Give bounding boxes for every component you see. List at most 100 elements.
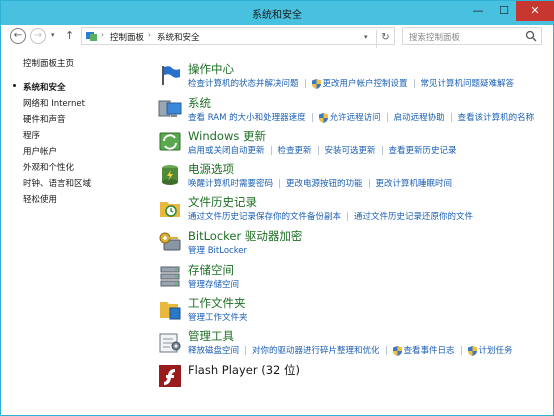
task-link[interactable]: 对你的驱动器进行碎片整理和优化 xyxy=(252,344,380,356)
category-title[interactable]: 操作中心 xyxy=(188,61,234,77)
search-input[interactable]: 搜索控制面板 xyxy=(402,27,542,45)
title-bar[interactable]: 系统和安全 — ☐ ✕ xyxy=(1,1,554,25)
task-link[interactable]: 查看该计算机的名称 xyxy=(458,111,535,123)
category-windows-update: Windows 更新 启用或关闭自动更新 检查更新 安装可选更新 查看更新历史记录 xyxy=(158,128,548,160)
refresh-button[interactable]: ↻ xyxy=(376,30,394,48)
task-link[interactable]: 检查计算机的状态并解决问题 xyxy=(188,77,299,89)
task-link[interactable]: 查看 RAM 的大小和处理器速度 xyxy=(188,111,306,123)
system-computer-icon[interactable] xyxy=(158,97,182,121)
task-link[interactable]: 常见计算机问题疑难解答 xyxy=(421,77,515,89)
category-links: 通过文件历史记录保存你的文件备份副本 通过文件历史记录还原你的文件 xyxy=(188,210,473,222)
category-title[interactable]: Flash Player (32 位) xyxy=(188,362,300,378)
link-divider xyxy=(386,113,388,122)
sidebar-item-hardware-sound[interactable]: 硬件和声音 xyxy=(23,113,66,125)
control-panel-window: 系统和安全 — ☐ ✕ ← → ▾ ↑ › 控制面板 › 系统和安全 ▾ ↻ 搜… xyxy=(0,0,554,416)
work-folders-icon[interactable] xyxy=(158,297,182,321)
category-title[interactable]: 文件历史记录 xyxy=(188,194,257,210)
minimize-button[interactable]: — xyxy=(465,1,491,21)
category-title[interactable]: 电源选项 xyxy=(188,161,234,177)
category-bitlocker: BitLocker 驱动器加密 管理 BitLocker xyxy=(158,228,548,260)
up-button[interactable]: ↑ xyxy=(65,29,74,42)
task-link[interactable]: 计划任务 xyxy=(479,344,513,356)
task-link[interactable]: 检查更新 xyxy=(278,144,312,156)
category-title[interactable]: 工作文件夹 xyxy=(188,295,246,311)
category-links: 管理工作文件夹 xyxy=(188,311,248,323)
task-link[interactable]: 通过文件历史记录还原你的文件 xyxy=(354,210,473,222)
task-link[interactable]: 管理存储空间 xyxy=(188,278,239,290)
link-divider xyxy=(385,346,387,355)
task-link[interactable]: 通过文件历史记录保存你的文件备份副本 xyxy=(188,210,341,222)
breadcrumb[interactable]: › 控制面板 › 系统和安全 ▾ ↻ xyxy=(81,27,395,48)
task-link[interactable]: 更改电源按钮的功能 xyxy=(286,177,363,189)
windows-update-icon[interactable] xyxy=(158,130,182,154)
task-link[interactable]: 管理 BitLocker xyxy=(188,244,247,256)
link-divider xyxy=(311,113,313,122)
link-divider xyxy=(279,179,281,188)
sidebar-item-appearance[interactable]: 外观和个性化 xyxy=(23,161,74,173)
action-center-flag-icon[interactable] xyxy=(158,63,182,87)
back-button[interactable]: ← xyxy=(10,28,26,44)
breadcrumb-system-security[interactable]: 系统和安全 xyxy=(157,31,200,43)
category-work-folders: 工作文件夹 管理工作文件夹 xyxy=(158,295,548,327)
task-link[interactable]: 管理工作文件夹 xyxy=(188,311,248,323)
category-title[interactable]: BitLocker 驱动器加密 xyxy=(188,228,302,244)
category-links: 管理 BitLocker xyxy=(188,244,247,256)
uac-shield-icon xyxy=(392,345,402,356)
category-title[interactable]: Windows 更新 xyxy=(188,128,266,144)
breadcrumb-separator[interactable]: › xyxy=(101,31,104,39)
category-title[interactable]: 管理工具 xyxy=(188,328,234,344)
sidebar-item-ease-of-access[interactable]: 轻松使用 xyxy=(23,193,57,205)
search-icon[interactable] xyxy=(525,30,537,42)
task-link[interactable]: 查看事件日志 xyxy=(404,344,455,356)
task-link[interactable]: 允许远程访问 xyxy=(330,111,381,123)
sidebar-item-user-accounts[interactable]: 用户帐户 xyxy=(23,145,57,157)
sidebar-item-network[interactable]: 网络和 Internet xyxy=(23,97,85,109)
category-links: 检查计算机的状态并解决问题 更改用户帐户控制设置 常见计算机问题疑难解答 xyxy=(188,77,514,89)
task-link[interactable]: 查看更新历史记录 xyxy=(389,144,457,156)
storage-spaces-icon[interactable] xyxy=(158,264,182,288)
sidebar-item-clock-region[interactable]: 时钟、语言和区域 xyxy=(23,177,91,189)
selected-bullet-icon xyxy=(13,84,16,87)
link-divider xyxy=(450,113,452,122)
task-link[interactable]: 启用或关闭自动更新 xyxy=(188,144,265,156)
task-link[interactable]: 更改用户帐户控制设置 xyxy=(323,77,408,89)
category-links: 释放磁盘空间 对你的驱动器进行碎片整理和优化 查看事件日志 计划任务 xyxy=(188,344,513,356)
link-divider xyxy=(245,346,247,355)
search-placeholder: 搜索控制面板 xyxy=(409,33,461,43)
task-link[interactable]: 释放磁盘空间 xyxy=(188,344,239,356)
category-title[interactable]: 存储空间 xyxy=(188,262,234,278)
breadcrumb-separator[interactable]: › xyxy=(148,31,151,39)
category-flash-player: Flash Player (32 位) xyxy=(158,362,548,394)
link-divider xyxy=(304,79,306,88)
task-link[interactable]: 唤醒计算机时需要密码 xyxy=(188,177,273,189)
administrative-tools-icon[interactable] xyxy=(158,330,182,354)
address-history-chevron-down-icon[interactable]: ▾ xyxy=(364,33,368,41)
task-link[interactable]: 启动远程协助 xyxy=(394,111,445,123)
close-button[interactable]: ✕ xyxy=(516,1,554,21)
uac-shield-icon xyxy=(467,345,477,356)
forward-button[interactable]: → xyxy=(30,28,46,44)
maximize-button[interactable]: ☐ xyxy=(491,1,517,21)
sidebar-item-programs[interactable]: 程序 xyxy=(23,129,40,141)
recent-locations-chevron-down-icon[interactable]: ▾ xyxy=(51,31,55,39)
file-history-folder-icon[interactable] xyxy=(158,196,182,220)
sidebar-item-home[interactable]: 控制面板主页 xyxy=(23,57,74,69)
link-divider xyxy=(317,146,319,155)
flash-player-icon[interactable] xyxy=(158,364,182,388)
category-administrative-tools: 管理工具 释放磁盘空间 对你的驱动器进行碎片整理和优化 查看事件日志 计划任务 xyxy=(158,328,548,360)
breadcrumb-control-panel[interactable]: 控制面板 xyxy=(110,31,144,43)
uac-shield-icon xyxy=(311,78,321,89)
sidebar-item-system-security[interactable]: 系统和安全 xyxy=(23,81,66,93)
category-power-options: 电源选项 唤醒计算机时需要密码 更改电源按钮的功能 更改计算机睡眠时间 xyxy=(158,161,548,193)
task-link[interactable]: 更改计算机睡眠时间 xyxy=(376,177,453,189)
bitlocker-key-icon[interactable] xyxy=(158,230,182,254)
control-panel-icon xyxy=(86,32,97,41)
task-link[interactable]: 安装可选更新 xyxy=(325,144,376,156)
power-battery-icon[interactable] xyxy=(158,163,182,187)
category-links: 查看 RAM 的大小和处理器速度 允许远程访问 启动远程协助 查看该计算机的名称 xyxy=(188,111,534,123)
category-title[interactable]: 系统 xyxy=(188,95,211,111)
category-links: 管理存储空间 xyxy=(188,278,239,290)
category-file-history: 文件历史记录 通过文件历史记录保存你的文件备份副本 通过文件历史记录还原你的文件 xyxy=(158,194,548,226)
category-storage-spaces: 存储空间 管理存储空间 xyxy=(158,262,548,294)
address-bar: ← → ▾ ↑ › 控制面板 › 系统和安全 ▾ ↻ 搜索控制面板 xyxy=(1,25,553,48)
